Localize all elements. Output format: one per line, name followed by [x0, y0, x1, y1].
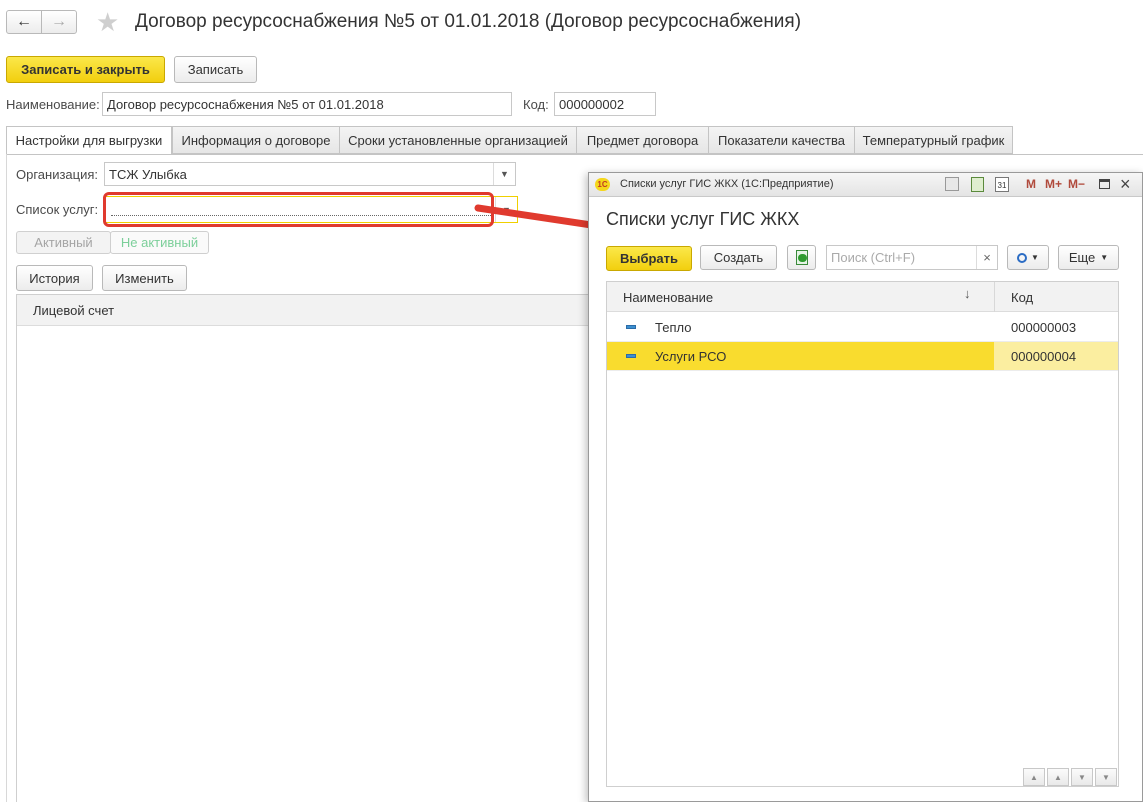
- arrow-left-icon: ←: [16, 13, 32, 30]
- tab-contract-info[interactable]: Информация о договоре: [172, 126, 340, 154]
- forward-button[interactable]: →: [41, 10, 77, 34]
- column-name[interactable]: Наименование: [623, 290, 713, 305]
- scroll-top-button[interactable]: ▲: [1023, 768, 1045, 786]
- row-name: Услуги РСО: [655, 348, 727, 364]
- memory-minus-icon[interactable]: M−: [1068, 177, 1085, 191]
- inactive-button[interactable]: Не активный: [110, 231, 209, 254]
- app-logo-icon: 1C: [595, 178, 610, 191]
- tab-contract-subject[interactable]: Предмет договора: [576, 126, 709, 154]
- sort-down-icon: ↓: [964, 286, 971, 301]
- magnifier-icon: [1017, 252, 1028, 263]
- history-button[interactable]: История: [16, 265, 93, 291]
- calculator-icon[interactable]: [971, 177, 984, 192]
- active-button[interactable]: Активный: [16, 231, 111, 254]
- code-input[interactable]: 000000002: [554, 92, 656, 116]
- create-button[interactable]: Создать: [700, 245, 777, 270]
- list-item-icon: [626, 313, 636, 341]
- accounts-table-header: Лицевой счет: [17, 295, 595, 326]
- chevron-down-icon[interactable]: ▼: [493, 163, 515, 185]
- select-button[interactable]: Выбрать: [606, 246, 692, 271]
- services-list-dialog[interactable]: 1C Списки услуг ГИС ЖКХ (1С:Предприятие)…: [588, 172, 1143, 802]
- name-label: Наименование:: [6, 97, 100, 112]
- chevron-down-icon: ▼: [1100, 253, 1109, 262]
- more-label: Еще: [1068, 250, 1096, 265]
- table-row-selected[interactable]: Услуги РСО 000000004: [607, 342, 1118, 371]
- add-copy-button[interactable]: [787, 245, 816, 270]
- code-label: Код:: [523, 97, 549, 112]
- name-input[interactable]: Договор ресурсоснабжения №5 от 01.01.201…: [102, 92, 512, 116]
- search-options-button[interactable]: ▼: [1007, 245, 1049, 270]
- back-button[interactable]: ←: [6, 10, 42, 34]
- column-divider: [994, 282, 995, 312]
- services-table[interactable]: Наименование ↓ Код Тепло 000000003 Услуг…: [606, 281, 1119, 787]
- maximize-icon[interactable]: [1099, 179, 1110, 189]
- column-code[interactable]: Код: [1011, 290, 1033, 305]
- scroll-bottom-button[interactable]: ▼: [1095, 768, 1117, 786]
- edit-button[interactable]: Изменить: [102, 265, 187, 291]
- tab-panel-border: [6, 154, 1143, 155]
- close-icon[interactable]: ×: [1120, 174, 1131, 195]
- organization-value: ТСЖ Улыбка: [109, 166, 187, 182]
- dialog-titlebar[interactable]: 1C Списки услуг ГИС ЖКХ (1С:Предприятие)…: [589, 173, 1142, 197]
- memory-icon[interactable]: M: [1026, 177, 1036, 191]
- search-placeholder: Поиск (Ctrl+F): [831, 250, 916, 265]
- services-table-header: Наименование ↓ Код: [607, 282, 1118, 312]
- list-item-icon: [626, 342, 636, 370]
- window-title: Договор ресурсоснабжения №5 от 01.01.201…: [135, 11, 802, 32]
- scroll-down-button[interactable]: ▼: [1071, 768, 1093, 786]
- tab-quality-indicators[interactable]: Показатели качества: [708, 126, 855, 154]
- chevron-down-icon: ▼: [1031, 253, 1039, 262]
- print-icon[interactable]: [945, 177, 959, 191]
- save-button[interactable]: Записать: [174, 56, 257, 83]
- tab-panel-left-border: [6, 154, 7, 802]
- calendar-icon[interactable]: 31: [995, 177, 1009, 192]
- organization-select[interactable]: ТСЖ Улыбка ▼: [104, 162, 516, 186]
- tab-temperature-chart[interactable]: Температурный график: [854, 126, 1013, 154]
- scroll-up-button[interactable]: ▲: [1047, 768, 1069, 786]
- personal-account-column[interactable]: Лицевой счет: [33, 303, 114, 318]
- memory-plus-icon[interactable]: M+: [1045, 177, 1062, 191]
- row-code: 000000003: [1011, 319, 1077, 335]
- search-input[interactable]: Поиск (Ctrl+F) ×: [826, 245, 998, 270]
- services-list-label: Список услуг:: [16, 202, 99, 217]
- save-and-close-button[interactable]: Записать и закрыть: [6, 56, 165, 83]
- clear-search-icon[interactable]: ×: [976, 246, 997, 269]
- accounts-table[interactable]: Лицевой счет: [16, 294, 596, 802]
- copy-document-icon: [795, 250, 808, 265]
- red-highlight-box: [103, 192, 494, 227]
- organization-label: Организация:: [16, 167, 99, 182]
- row-name: Тепло: [655, 319, 692, 335]
- arrow-right-icon: →: [51, 13, 67, 30]
- favorite-star-icon[interactable]: ★: [96, 8, 119, 36]
- tab-org-deadlines[interactable]: Сроки установленные организацией: [339, 126, 577, 154]
- dialog-heading: Списки услуг ГИС ЖКХ: [606, 209, 800, 229]
- dialog-window-title: Списки услуг ГИС ЖКХ (1С:Предприятие): [620, 178, 834, 190]
- more-button[interactable]: Еще ▼: [1058, 245, 1119, 270]
- table-row[interactable]: Тепло 000000003: [607, 313, 1118, 342]
- row-code: 000000004: [1011, 348, 1077, 364]
- tab-export-settings[interactable]: Настройки для выгрузки: [6, 126, 172, 155]
